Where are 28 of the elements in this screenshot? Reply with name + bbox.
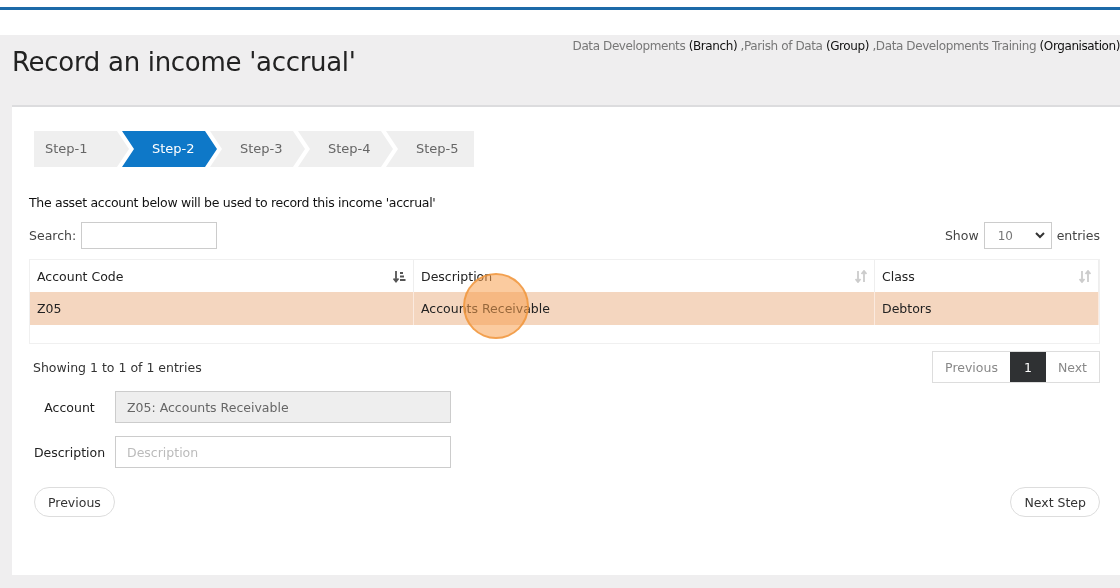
step-tab[interactable]: Step-1 [34, 131, 129, 167]
search-label: Search: [29, 228, 77, 243]
step-tab[interactable]: Step-3 [210, 131, 305, 167]
next-step-button[interactable]: Next Step [1010, 487, 1100, 517]
step-tab[interactable]: Step-5 [386, 131, 474, 167]
instruction-text: The asset account below will be used to record this income 'accrual' [29, 195, 437, 210]
show-label: Show [944, 228, 979, 243]
table-cell: Debtors [875, 292, 1099, 325]
table-cell: Z05 [30, 292, 414, 325]
entries-info: Showing 1 to 1 of 1 entries [33, 359, 202, 375]
field-label: Description [32, 444, 107, 460]
breadcrumb-item[interactable]: Parish of Data (Group) , [744, 39, 876, 53]
entries-label: entries [1056, 228, 1100, 243]
breadcrumb-item[interactable]: Data Developments (Branch) , [572, 39, 745, 53]
sort-icon [855, 269, 867, 283]
sort-icon [1079, 269, 1091, 283]
input-field[interactable]: Description [115, 436, 451, 468]
previous-button[interactable]: Previous [34, 487, 115, 517]
step-tab[interactable]: Step-4 [298, 131, 393, 167]
chevron-down-icon [1034, 232, 1045, 239]
field-label: Account [43, 399, 96, 415]
page-button[interactable]: 1 [1009, 352, 1046, 382]
sort-ascending-icon [393, 269, 406, 283]
search-field[interactable] [81, 222, 218, 249]
step-tab[interactable]: Step-2 [122, 131, 217, 167]
page-title: Record an income 'accrual' [12, 46, 356, 79]
breadcrumb-item[interactable]: Data Developments Training (Organisation) [875, 39, 1120, 53]
entries-select[interactable]: 10 [983, 222, 1052, 249]
